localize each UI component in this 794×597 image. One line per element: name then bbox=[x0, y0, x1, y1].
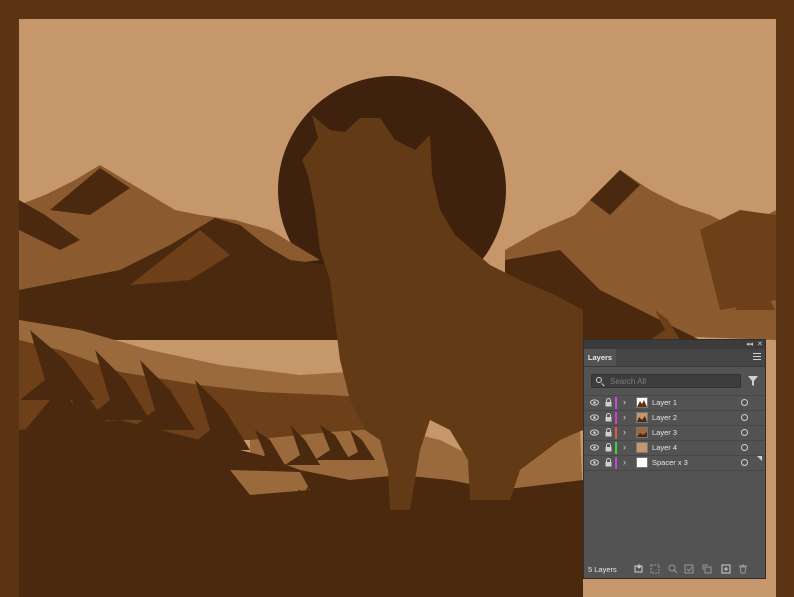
locate-object-icon[interactable] bbox=[668, 564, 678, 574]
layer-row[interactable]: › Layer 2 bbox=[584, 410, 765, 425]
layer-name[interactable]: Spacer x 3 bbox=[652, 456, 688, 470]
layer-color-swatch bbox=[615, 397, 617, 409]
close-panel-icon[interactable]: ✕ bbox=[757, 340, 763, 349]
lock-icon[interactable] bbox=[605, 428, 612, 437]
search-icon bbox=[596, 377, 602, 383]
layer-row[interactable]: › Layer 3 bbox=[584, 425, 765, 440]
merge-selected-icon[interactable] bbox=[684, 564, 694, 574]
expand-chevron-icon[interactable]: › bbox=[623, 411, 626, 424]
delete-layer-icon[interactable] bbox=[738, 564, 748, 574]
layer-thumbnail bbox=[636, 442, 648, 453]
expand-chevron-icon[interactable]: › bbox=[623, 441, 626, 454]
layer-thumbnail bbox=[636, 457, 648, 468]
lock-icon[interactable] bbox=[605, 458, 612, 467]
layer-row[interactable]: › Layer 4 bbox=[584, 440, 765, 455]
visibility-eye-icon[interactable] bbox=[590, 399, 599, 406]
layer-row[interactable]: › Layer 1 bbox=[584, 395, 765, 410]
target-circle-icon[interactable] bbox=[741, 414, 748, 421]
expand-chevron-icon[interactable]: › bbox=[623, 456, 626, 469]
search-placeholder: Search All bbox=[610, 377, 647, 386]
panel-footer: 5 Layers bbox=[584, 561, 765, 578]
selection-corner-icon bbox=[757, 456, 762, 461]
collect-for-export-icon[interactable] bbox=[634, 564, 644, 574]
layer-thumbnail bbox=[636, 412, 648, 423]
expand-chevron-icon[interactable]: › bbox=[623, 396, 626, 409]
create-new-layer-icon[interactable] bbox=[721, 564, 731, 574]
layers-list: › Layer 1 › Layer 2 › Layer 3 › Layer 4 … bbox=[584, 395, 765, 471]
tab-layers[interactable]: Layers bbox=[584, 349, 616, 366]
layer-thumbnail bbox=[636, 397, 648, 408]
layer-name[interactable]: Layer 3 bbox=[652, 426, 677, 440]
search-input[interactable]: Search All bbox=[591, 374, 741, 388]
panel-menu-icon[interactable] bbox=[753, 353, 761, 361]
visibility-eye-icon[interactable] bbox=[590, 444, 599, 451]
panel-title-bar[interactable]: ◂◂ ✕ bbox=[584, 340, 765, 349]
layer-row[interactable]: › Spacer x 3 bbox=[584, 455, 765, 471]
panel-tab-bar: Layers bbox=[584, 349, 765, 367]
create-sublayer-icon[interactable] bbox=[702, 564, 712, 574]
layers-panel: ◂◂ ✕ Layers Search All › Layer 1 › Layer… bbox=[583, 339, 766, 579]
lock-icon[interactable] bbox=[605, 413, 612, 422]
target-circle-icon[interactable] bbox=[741, 444, 748, 451]
layer-thumbnail bbox=[636, 427, 648, 438]
layer-count: 5 Layers bbox=[588, 565, 617, 574]
layer-color-swatch bbox=[615, 442, 617, 454]
target-circle-icon[interactable] bbox=[741, 399, 748, 406]
target-circle-icon[interactable] bbox=[741, 429, 748, 436]
layer-name[interactable]: Layer 1 bbox=[652, 396, 677, 410]
layer-color-swatch bbox=[615, 457, 617, 469]
make-clipping-mask-icon[interactable] bbox=[650, 564, 660, 574]
layer-name[interactable]: Layer 4 bbox=[652, 441, 677, 455]
filter-icon[interactable] bbox=[748, 376, 758, 386]
target-circle-icon[interactable] bbox=[741, 459, 748, 466]
visibility-eye-icon[interactable] bbox=[590, 459, 599, 466]
expand-chevron-icon[interactable]: › bbox=[623, 426, 626, 439]
layer-color-swatch bbox=[615, 427, 617, 439]
collapse-panel-icon[interactable]: ◂◂ bbox=[746, 340, 753, 349]
layer-name[interactable]: Layer 2 bbox=[652, 411, 677, 425]
lock-icon[interactable] bbox=[605, 443, 612, 452]
visibility-eye-icon[interactable] bbox=[590, 414, 599, 421]
lock-icon[interactable] bbox=[605, 398, 612, 407]
visibility-eye-icon[interactable] bbox=[590, 429, 599, 436]
layer-color-swatch bbox=[615, 412, 617, 424]
